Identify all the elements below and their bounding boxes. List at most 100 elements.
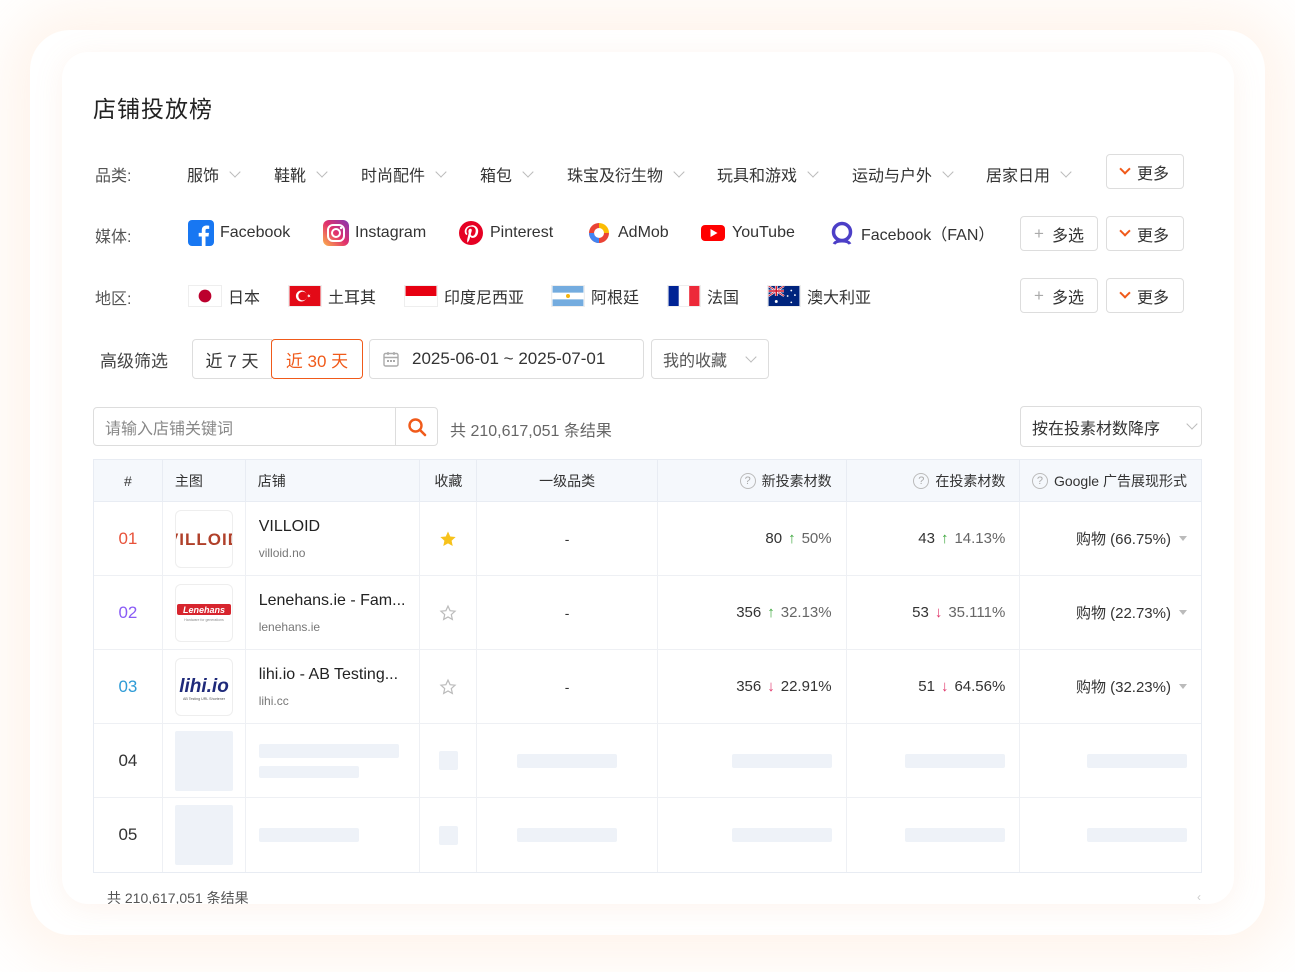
format-dropdown[interactable]: 购物 (22.73%) xyxy=(1076,602,1187,623)
chevron-down-icon xyxy=(435,165,447,178)
active-ads-pct: 14.13% xyxy=(954,530,1006,547)
favorites-label: 我的收藏 xyxy=(663,353,728,370)
region-label-text: 日本 xyxy=(228,290,261,307)
more-label: 更多 xyxy=(1136,289,1169,307)
format-value: 购物 (22.73%) xyxy=(1075,605,1171,622)
store-name[interactable]: VILLOID xyxy=(259,518,417,536)
region-france[interactable]: 法国 xyxy=(667,284,739,308)
region-turkey[interactable]: 土耳其 xyxy=(288,284,376,308)
sort-select[interactable]: 按在投素材数降序 xyxy=(1020,406,1202,447)
lihi-logo-tagline: AB Testing URL Shortener xyxy=(183,697,226,701)
villoid-logo-text: VILLOID xyxy=(176,530,232,549)
chevron-down-icon xyxy=(673,165,685,178)
new-ads-value: 80 xyxy=(765,530,783,547)
media-facebook[interactable]: Facebook xyxy=(188,220,290,246)
store-logo-lenehans[interactable]: Lenehans Hardware for generations xyxy=(174,583,233,642)
new-ads-pct: 22.91% xyxy=(780,678,832,695)
range-30-days-button[interactable]: 近 30 天 xyxy=(271,339,363,379)
region-argentina[interactable]: 阿根廷 xyxy=(551,284,639,308)
result-count: 共 210,617,051 条结果 xyxy=(450,423,612,440)
new-ads-value: 356 xyxy=(736,678,762,695)
media-multi-select-button[interactable]: + 多选 xyxy=(1020,216,1098,251)
date-range-picker[interactable]: 2025-06-01 ~ 2025-07-01 xyxy=(369,339,644,379)
category-more-button[interactable]: 更多 xyxy=(1106,154,1184,189)
region-label-text: 阿根廷 xyxy=(591,290,640,307)
store-domain[interactable]: lihi.cc xyxy=(259,694,417,708)
region-multi-select-button[interactable]: + 多选 xyxy=(1020,278,1098,313)
category-apparel[interactable]: 服饰 xyxy=(187,162,241,186)
skeleton-thumb xyxy=(174,730,233,791)
media-instagram[interactable]: Instagram xyxy=(323,220,426,246)
media-facebook-fan[interactable]: Facebook（FAN） xyxy=(829,220,994,246)
arrow-up-icon: ↑ xyxy=(788,530,796,547)
active-ads-value: 43 xyxy=(918,530,935,547)
format-dropdown[interactable]: 购物 (32.23%) xyxy=(1076,676,1187,697)
media-pinterest[interactable]: Pinterest xyxy=(458,220,553,246)
media-admob[interactable]: AdMob xyxy=(586,220,669,246)
table-row-loading: 05 xyxy=(94,798,1201,872)
active-ads-pct: 64.56% xyxy=(954,678,1006,695)
more-label: 更多 xyxy=(1136,227,1169,245)
category-accessories[interactable]: 时尚配件 xyxy=(361,162,447,186)
facebook-icon xyxy=(188,220,214,246)
category-label-text: 运动与户外 xyxy=(852,168,933,185)
skeleton-line xyxy=(905,828,1006,842)
search-input[interactable]: 请输入店铺关键词 xyxy=(94,415,395,439)
chevron-down-icon xyxy=(1119,287,1131,299)
table-row[interactable]: 03 lihi.io AB Testing URL Shortener lihi.… xyxy=(94,650,1201,724)
caret-down-icon xyxy=(1179,684,1187,689)
region-australia[interactable]: 澳大利亚 xyxy=(767,284,871,308)
store-name[interactable]: Lenehans.ie - Fam... xyxy=(259,592,417,610)
category-shoes[interactable]: 鞋靴 xyxy=(274,162,328,186)
chevron-down-icon xyxy=(1060,165,1072,178)
region-indonesia[interactable]: 印度尼西亚 xyxy=(404,284,524,308)
store-logo-lihi[interactable]: lihi.io AB Testing URL Shortener xyxy=(174,657,233,716)
table-row[interactable]: 01 VILLOID VILLOID villoid.no - 80 ↑ 50% 43… xyxy=(94,502,1201,576)
category-jewelry[interactable]: 珠宝及衍生物 xyxy=(567,162,685,186)
header-new-ads[interactable]: ? 新投素材数 xyxy=(658,460,847,501)
header-format[interactable]: ? Google 广告展现形式 xyxy=(1020,460,1201,501)
header-favorite: 收藏 xyxy=(420,460,478,501)
header-active-ads[interactable]: ? 在投素材数 xyxy=(847,460,1021,501)
star-outline-icon[interactable] xyxy=(439,604,457,622)
help-icon: ? xyxy=(739,472,756,489)
help-icon: ? xyxy=(913,472,930,489)
media-more-button[interactable]: 更多 xyxy=(1106,216,1184,251)
media-youtube[interactable]: YouTube xyxy=(700,220,795,246)
chevron-down-icon xyxy=(316,165,328,178)
admob-icon xyxy=(589,223,609,243)
category-label-text: 居家日用 xyxy=(986,168,1051,185)
table-row[interactable]: 02 Lenehans Hardware for generations Lene… xyxy=(94,576,1201,650)
category-bags[interactable]: 箱包 xyxy=(480,162,534,186)
multi-label: 多选 xyxy=(1051,227,1084,245)
store-name[interactable]: lihi.io - AB Testing... xyxy=(259,666,417,684)
category-sports[interactable]: 运动与户外 xyxy=(852,162,954,186)
range-7-days-button[interactable]: 近 7 天 xyxy=(192,339,272,379)
arrow-down-icon: ↓ xyxy=(940,678,949,695)
search-button[interactable] xyxy=(395,408,437,445)
table-header: # 主图 店铺 收藏 一级品类 ? 新投素材数 ? 在投素材数 ? Google 广告… xyxy=(94,460,1201,502)
store-logo-villoid[interactable]: VILLOID xyxy=(174,509,233,568)
region-more-button[interactable]: 更多 xyxy=(1106,278,1184,313)
skeleton-line xyxy=(1087,828,1187,842)
lihi-logo: lihi.ioAB Testing URL Shortener xyxy=(179,676,229,701)
star-outline-icon[interactable] xyxy=(439,678,457,696)
region-japan[interactable]: 日本 xyxy=(188,284,260,308)
store-domain[interactable]: lenehans.ie xyxy=(259,620,417,634)
new-ads-pct: 50% xyxy=(801,530,832,547)
store-domain[interactable]: villoid.no xyxy=(259,546,417,560)
pagination-prev-icon[interactable]: ‹ xyxy=(1197,890,1201,904)
header-image: 主图 xyxy=(163,460,246,501)
header-category: 一级品类 xyxy=(477,460,658,501)
category-home[interactable]: 居家日用 xyxy=(986,162,1072,186)
facebook-audience-network-icon xyxy=(831,221,853,245)
category-toys[interactable]: 玩具和游戏 xyxy=(717,162,819,186)
rank-number: 02 xyxy=(118,602,138,622)
rank-number: 04 xyxy=(118,750,138,770)
lihi-logo-text: lihi.io xyxy=(179,676,229,697)
format-dropdown[interactable]: 购物 (66.75%) xyxy=(1076,528,1187,549)
multi-label: 多选 xyxy=(1051,289,1084,307)
favorites-select[interactable]: 我的收藏 xyxy=(651,339,769,379)
media-label-text: Pinterest xyxy=(490,224,554,241)
star-filled-icon[interactable] xyxy=(439,530,457,548)
